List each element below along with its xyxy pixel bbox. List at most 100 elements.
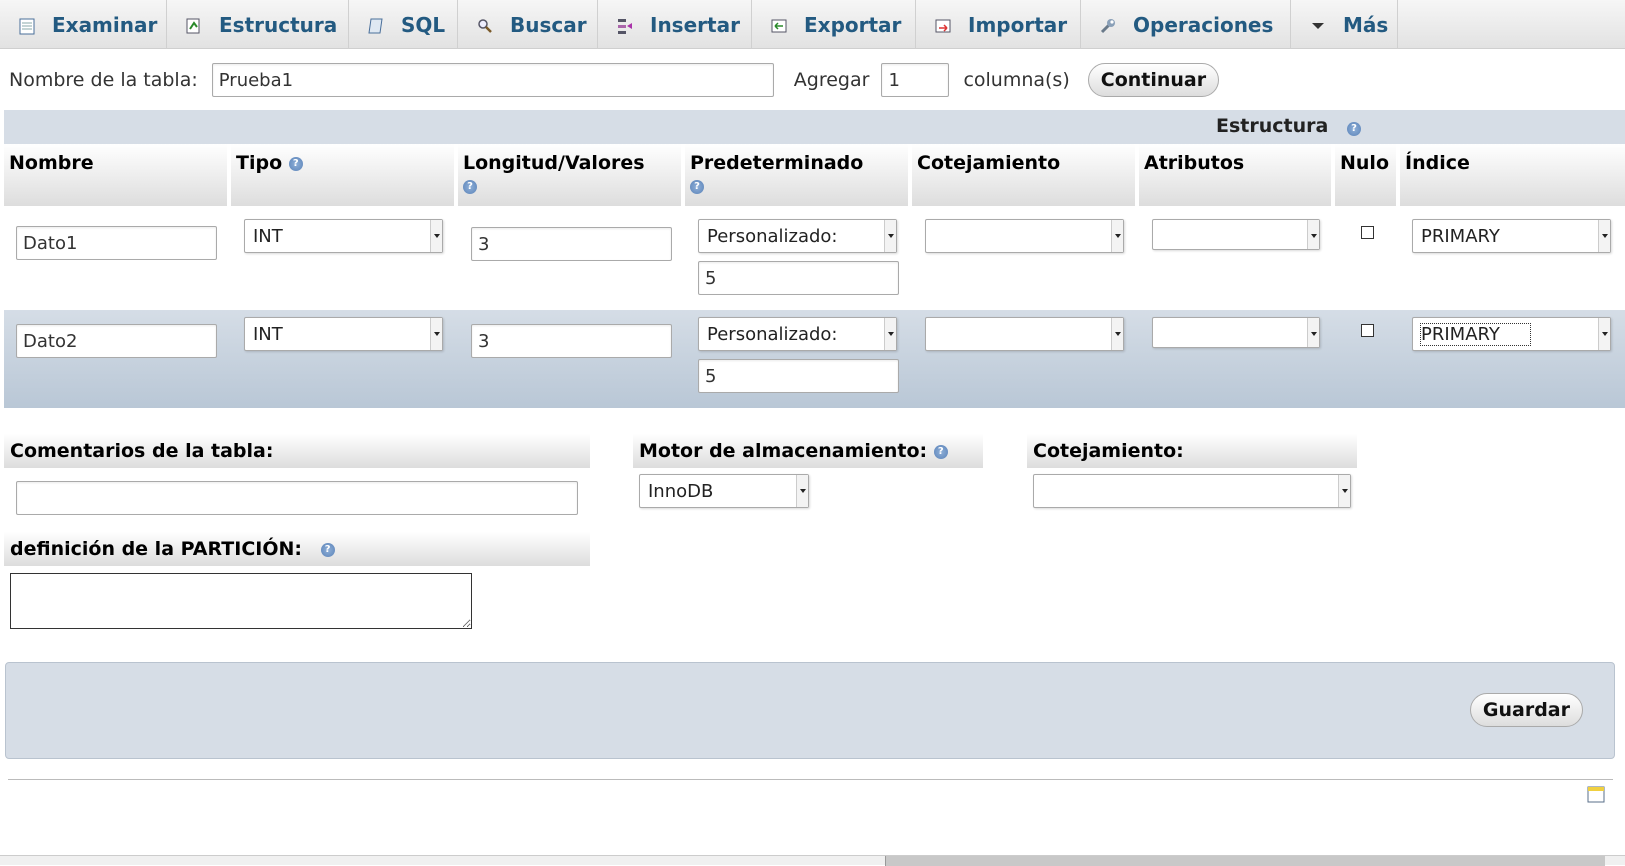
col-header-nulo: Nulo <box>1335 144 1396 206</box>
tab-estructura[interactable]: Estructura <box>167 0 349 49</box>
import-icon <box>934 16 952 34</box>
default-value-input[interactable] <box>698 359 899 393</box>
export-icon <box>770 16 788 34</box>
search-icon <box>476 16 494 34</box>
col-header-cotejamiento-label: Cotejamiento <box>917 152 1061 174</box>
collation-select[interactable] <box>925 219 1124 253</box>
tab-operaciones[interactable]: Operaciones <box>1081 0 1291 49</box>
structure-band-label: Estructura <box>1216 115 1329 137</box>
tab-insertar[interactable]: Insertar <box>598 0 752 49</box>
collation-header: Cotejamiento: <box>1027 434 1357 468</box>
attributes-select[interactable] <box>1152 219 1320 250</box>
tab-bar: Examinar Estructura SQL Buscar Insertar … <box>0 0 1625 49</box>
storage-engine-value: InnoDB <box>648 481 714 502</box>
col-header-indice: Índice <box>1400 144 1625 206</box>
help-icon[interactable]: ? <box>288 156 303 171</box>
chevron-down-icon <box>430 318 442 350</box>
chevron-down-icon <box>1598 220 1610 252</box>
chevron-down-icon <box>1307 318 1319 347</box>
tab-buscar[interactable]: Buscar <box>458 0 598 49</box>
attributes-select[interactable] <box>1152 317 1320 348</box>
columns-label: columna(s) <box>963 69 1070 91</box>
column-name-input[interactable] <box>16 324 217 358</box>
tab-sql[interactable]: SQL <box>349 0 458 49</box>
null-checkbox[interactable] <box>1361 324 1374 337</box>
tab-examinar[interactable]: Examinar <box>0 0 167 49</box>
tab-mas[interactable]: Más <box>1291 0 1398 49</box>
save-button[interactable]: Guardar <box>1469 693 1583 727</box>
tab-insertar-label: Insertar <box>650 12 740 37</box>
index-select[interactable]: PRIMARY <box>1412 219 1611 253</box>
tab-importar-label: Importar <box>968 12 1068 37</box>
col-header-nulo-label: Nulo <box>1340 152 1389 174</box>
help-icon[interactable]: ? <box>933 444 948 459</box>
col-header-tipo-label: Tipo <box>236 152 283 174</box>
chevron-down-icon <box>884 318 896 350</box>
index-select[interactable]: PRIMARY <box>1412 317 1611 351</box>
browse-icon <box>18 16 36 34</box>
length-input[interactable] <box>471 227 672 261</box>
tab-exportar-label: Exportar <box>804 12 902 37</box>
column-name-input[interactable] <box>16 226 217 260</box>
engine-header: Motor de almacenamiento: ? <box>633 434 983 468</box>
table-collation-select[interactable] <box>1033 474 1351 508</box>
type-select[interactable]: INT <box>244 219 443 253</box>
save-fieldset: Guardar <box>5 662 1615 759</box>
col-header-predeterminado: Predeterminado? <box>685 144 908 206</box>
chevron-down-icon <box>1111 318 1123 350</box>
divider <box>8 779 1613 780</box>
structure-icon <box>185 16 203 34</box>
table-comments-input[interactable] <box>16 481 578 515</box>
engine-label: Motor de almacenamiento: <box>639 440 928 462</box>
tab-importar[interactable]: Importar <box>916 0 1081 49</box>
tab-estructura-label: Estructura <box>219 12 338 37</box>
table-name-label: Nombre de la tabla: <box>9 69 198 91</box>
index-select-value: PRIMARY <box>1421 226 1500 247</box>
default-select[interactable]: Personalizado: <box>698 317 897 351</box>
default-select-value: Personalizado: <box>707 324 838 345</box>
horizontal-scrollbar[interactable] <box>0 855 1625 866</box>
tab-examinar-label: Examinar <box>52 12 158 37</box>
comments-label: Comentarios de la tabla: <box>10 440 274 462</box>
col-header-atributos: Atributos <box>1139 144 1331 206</box>
chevron-down-icon <box>1307 220 1319 249</box>
default-select[interactable]: Personalizado: <box>698 219 897 253</box>
type-select[interactable]: INT <box>244 317 443 351</box>
help-icon[interactable]: ? <box>320 542 335 557</box>
collation-select[interactable] <box>925 317 1124 351</box>
sql-icon <box>367 16 385 34</box>
default-value-input[interactable] <box>698 261 899 295</box>
console-icon[interactable] <box>1587 786 1605 803</box>
help-icon[interactable]: ? <box>1347 122 1361 136</box>
help-icon[interactable]: ? <box>463 179 477 194</box>
length-input[interactable] <box>471 324 672 358</box>
col-header-tipo: Tipo ? <box>231 144 454 206</box>
chevron-down-icon <box>1338 475 1350 507</box>
chevron-down-icon <box>1598 318 1610 350</box>
table-name-row: Nombre de la tabla: Agregar columna(s) C… <box>9 62 1220 98</box>
partition-header: definición de la PARTICIÓN: ? <box>4 532 590 566</box>
table-row: INT Personalizado: PRIMARY <box>4 212 1625 310</box>
structure-band: Estructura ? <box>4 110 1625 144</box>
collation-label: Cotejamiento: <box>1033 440 1184 462</box>
tab-exportar[interactable]: Exportar <box>752 0 916 49</box>
tab-mas-label: Más <box>1343 12 1389 37</box>
null-checkbox[interactable] <box>1361 226 1374 239</box>
table-name-input[interactable] <box>211 63 774 97</box>
type-select-value: INT <box>253 324 283 345</box>
storage-engine-select[interactable]: InnoDB <box>639 474 809 508</box>
chevron-down-icon <box>1111 220 1123 252</box>
tab-operaciones-label: Operaciones <box>1133 12 1274 37</box>
default-select-value: Personalizado: <box>707 226 838 247</box>
help-icon[interactable]: ? <box>690 179 704 194</box>
col-header-atributos-label: Atributos <box>1144 152 1245 174</box>
table-row: INT Personalizado: PRIMARY <box>4 310 1625 408</box>
wrench-icon <box>1099 16 1117 34</box>
index-select-value: PRIMARY <box>1420 323 1531 346</box>
partition-definition-textarea[interactable] <box>10 573 472 629</box>
add-label: Agregar <box>793 69 870 91</box>
add-columns-input[interactable] <box>881 63 950 97</box>
comments-header: Comentarios de la tabla: <box>4 434 590 468</box>
continue-button[interactable]: Continuar <box>1087 63 1220 97</box>
col-header-predeterminado-label: Predeterminado <box>690 152 864 174</box>
